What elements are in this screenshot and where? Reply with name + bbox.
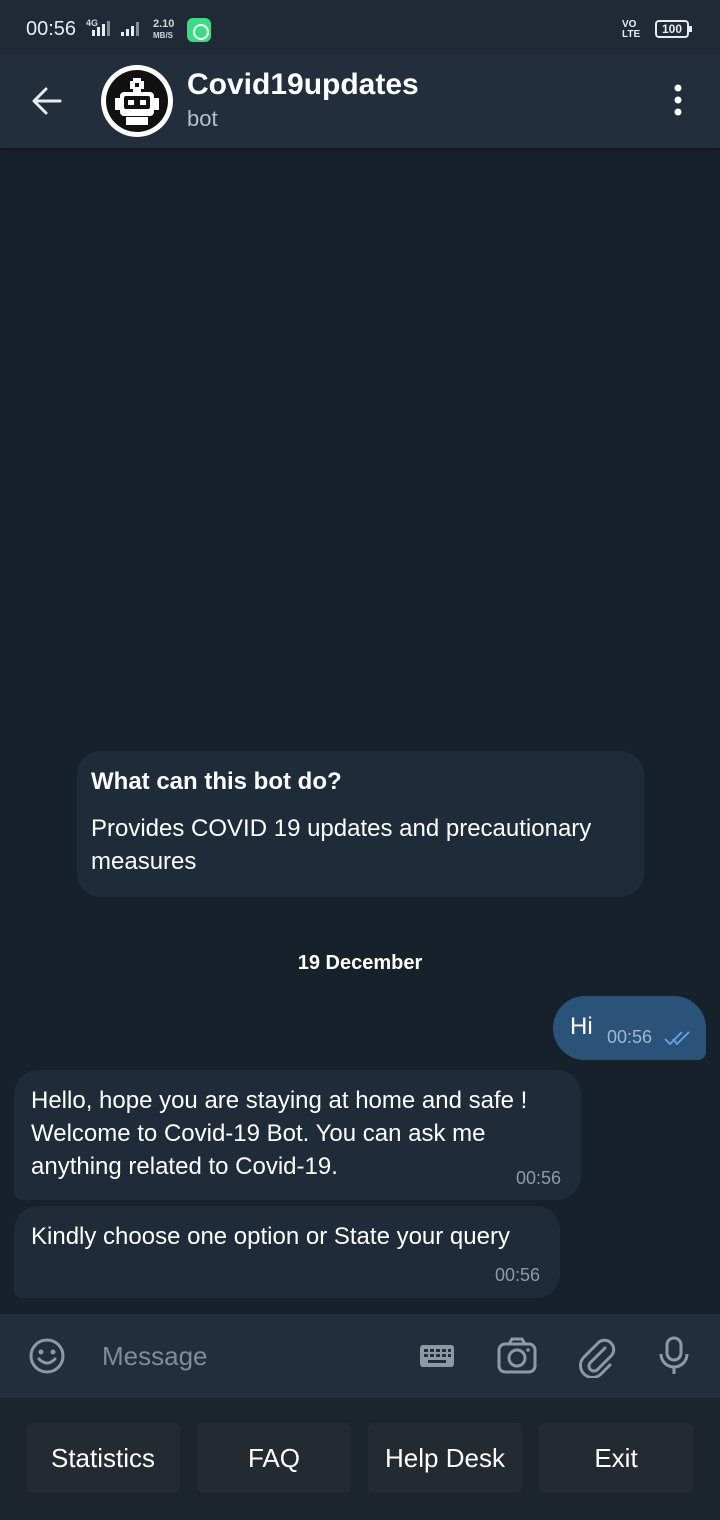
keyboard-button-statistics[interactable]: Statistics [26, 1423, 180, 1493]
date-separator: 19 December [297, 952, 423, 974]
message-text: Kindly choose one option or State your q… [31, 1223, 510, 1250]
chat-title[interactable]: Covid19updates [187, 68, 419, 102]
more-options-icon[interactable] [664, 80, 692, 120]
status-bar: 00:56 4G 2.10 MB/S VO LTE 100 [0, 0, 720, 54]
message-time: 00:56 [607, 1027, 653, 1047]
bot-info-description: Provides COVID 19 updates and precaution… [91, 815, 592, 875]
bot-info-title: What can this bot do? [91, 768, 342, 795]
volte-bottom: LTE [622, 29, 641, 40]
bot-info-card: What can this bot do? Provides COVID 19 … [77, 751, 644, 897]
chat-subtitle: bot [187, 106, 218, 131]
message-input-bar [0, 1314, 720, 1398]
incoming-message[interactable]: Kindly choose one option or State your q… [14, 1206, 560, 1298]
outgoing-message[interactable]: Hi 00:56 [553, 996, 706, 1060]
incoming-message[interactable]: Hello, hope you are staying at home and … [14, 1070, 581, 1200]
signal-icon [92, 20, 110, 36]
message-time: 00:56 [515, 1168, 561, 1188]
message-text: Hello, hope you are staying at home and … [31, 1087, 528, 1180]
network-speed-unit: MB/S [153, 31, 173, 40]
app-notification-icon [187, 18, 211, 42]
message-time: 00:56 [494, 1265, 540, 1285]
keyboard-button-exit[interactable]: Exit [539, 1423, 693, 1493]
camera-icon[interactable] [495, 1334, 539, 1378]
volte-icon: VO LTE [622, 20, 640, 40]
message-text: Hi [570, 1013, 593, 1040]
status-time: 00:56 [26, 18, 77, 40]
message-input[interactable] [102, 1336, 392, 1376]
back-arrow-icon[interactable] [24, 78, 70, 124]
keyboard-button-help-desk[interactable]: Help Desk [368, 1423, 522, 1493]
bot-avatar[interactable] [101, 65, 173, 137]
network-speed-value: 2.10 [153, 18, 175, 30]
chat-header: Covid19updates bot [0, 54, 720, 148]
robot-icon [106, 70, 168, 132]
keyboard-icon[interactable] [415, 1334, 459, 1378]
battery-icon: 100 [655, 20, 692, 38]
microphone-icon[interactable] [652, 1334, 696, 1378]
attach-icon[interactable] [575, 1334, 619, 1379]
bot-keyboard: Statistics FAQ Help Desk Exit [0, 1398, 720, 1520]
signal-icon-2 [121, 20, 139, 36]
keyboard-button-faq[interactable]: FAQ [197, 1423, 351, 1493]
emoji-icon[interactable] [25, 1334, 69, 1378]
read-ticks-icon [663, 1029, 691, 1047]
